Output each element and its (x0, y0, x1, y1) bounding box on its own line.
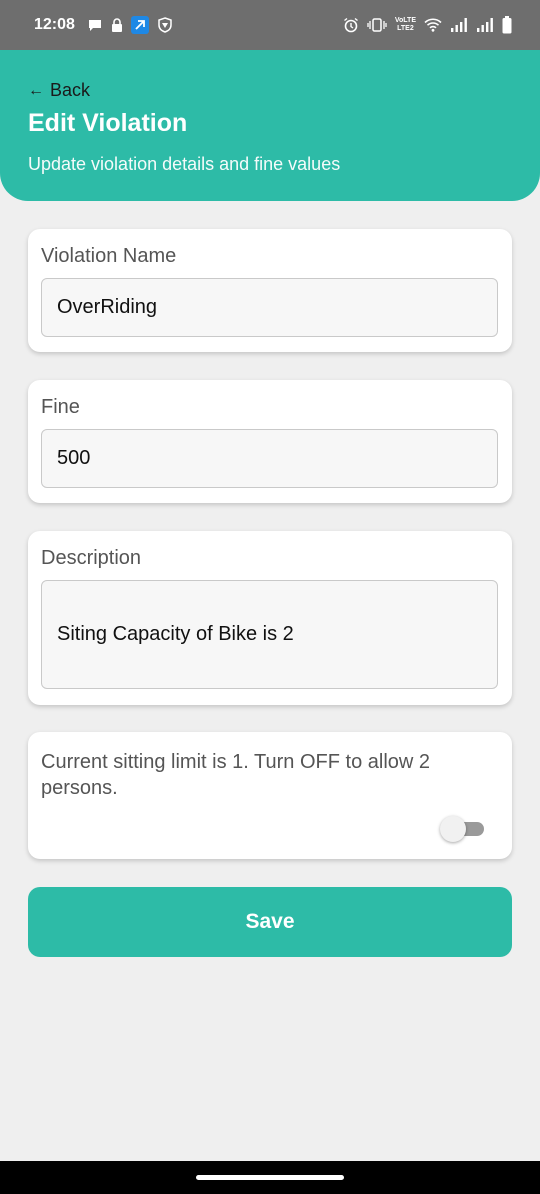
fine-input[interactable] (41, 429, 498, 488)
status-left: 12:08 (34, 16, 173, 34)
home-gesture-handle[interactable] (196, 1175, 344, 1180)
lock-icon (111, 18, 123, 32)
fine-label: Fine (41, 396, 80, 418)
page-subtitle: Update violation details and fine values (28, 154, 341, 174)
status-right: VoLTE LTE2 (343, 16, 512, 34)
wifi-icon (424, 18, 442, 32)
back-button[interactable]: ← Back (28, 80, 512, 101)
sitting-limit-text: Current sitting limit is 1. Turn OFF to … (41, 751, 431, 799)
violation-name-label: Violation Name (41, 245, 177, 267)
lte-label: LTE2 (397, 25, 414, 32)
page-title: Edit Violation (28, 109, 188, 137)
violation-name-input[interactable] (41, 278, 498, 337)
violation-name-card: Violation Name (28, 229, 512, 352)
navigation-bar (0, 1161, 540, 1194)
status-bar: 12:08 VoLTE LTE2 (0, 0, 540, 50)
app-icon (130, 16, 149, 34)
description-textarea[interactable]: Siting Capacity of Bike is 2 (41, 580, 498, 689)
signal-icon (450, 18, 468, 32)
description-label: Description (41, 547, 142, 569)
back-label: Back (50, 80, 91, 100)
vibrate-icon (367, 18, 387, 32)
chat-bubble-icon (87, 17, 103, 33)
status-time: 12:08 (34, 16, 75, 33)
sitting-limit-card: Current sitting limit is 1. Turn OFF to … (28, 732, 512, 859)
description-card: Description Siting Capacity of Bike is 2 (28, 531, 512, 705)
battery-icon (502, 16, 512, 34)
page-header: ← Back Edit Violation Update violation d… (0, 50, 540, 201)
fine-card: Fine (28, 380, 512, 503)
save-button[interactable]: Save (28, 887, 512, 957)
vpn-shield-icon (157, 17, 173, 33)
back-arrow-icon: ← (28, 81, 44, 99)
signal-icon (476, 18, 494, 32)
volte-label: VoLTE (394, 17, 416, 24)
toggle-knob (440, 816, 466, 842)
sitting-limit-toggle[interactable] (440, 815, 484, 842)
description-value: Siting Capacity of Bike is 2 (57, 623, 294, 645)
alarm-icon (343, 17, 359, 33)
volte-icon: VoLTE LTE2 (395, 17, 416, 33)
